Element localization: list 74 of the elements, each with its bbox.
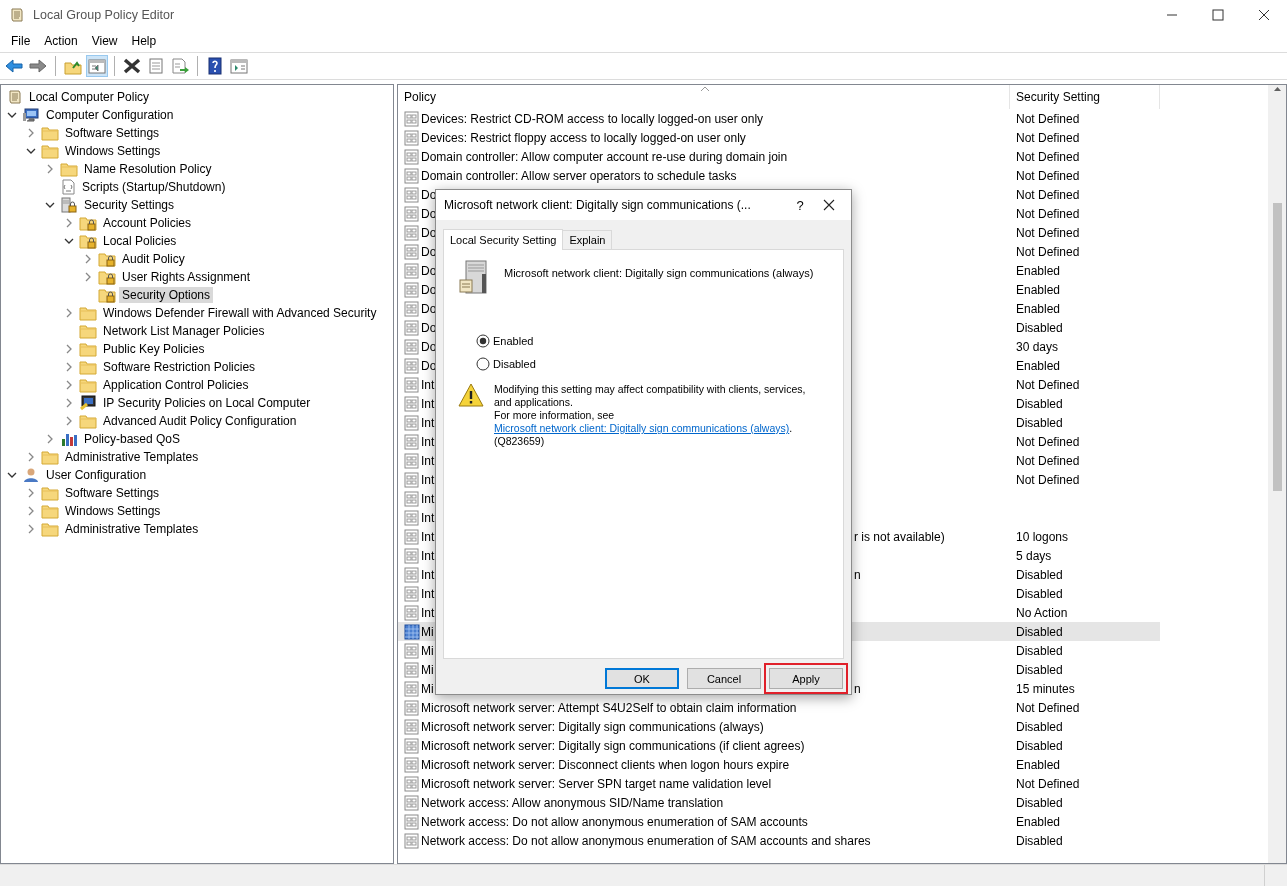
warning-text: Modifying this setting may affect compatibility with clients, services, and applications. xyxy=(494,383,807,409)
security-setting: Not Defined xyxy=(1016,700,1080,715)
security-setting: Enabled xyxy=(1016,301,1061,316)
security-setting: Disabled xyxy=(1016,643,1063,658)
security-setting: Not Defined xyxy=(1016,776,1080,791)
security-setting: Enabled xyxy=(1016,263,1061,278)
policy-name: Mi xyxy=(420,661,434,678)
security-setting: 30 days xyxy=(1016,339,1059,354)
security-setting: Enabled xyxy=(1016,814,1061,829)
security-setting: No Action xyxy=(1016,605,1068,620)
policy-name: Microsoft network server: Attempt S4U2Self to obtain claim information xyxy=(420,699,797,716)
policy-name: Mi xyxy=(420,642,434,659)
policy-name: Int xyxy=(420,395,435,412)
policy-name: Int xyxy=(420,414,435,431)
security-setting: Disabled xyxy=(1016,624,1063,639)
policy-name: Int xyxy=(420,376,435,393)
policy-name: Int xyxy=(420,604,435,621)
policy-name: Devices: Restrict floppy access to locally logged-on user only xyxy=(420,129,746,146)
security-setting: Not Defined xyxy=(1016,434,1080,449)
policy-name: Int xyxy=(420,547,435,564)
policy-name: n xyxy=(853,566,861,583)
security-setting: Not Defined xyxy=(1016,453,1080,468)
security-setting: Not Defined xyxy=(1016,206,1080,221)
dialog-title: Microsoft network client: Digitally sign communications (... xyxy=(444,198,752,212)
policy-name: r is not available) xyxy=(853,528,945,545)
security-setting: Not Defined xyxy=(1016,111,1080,126)
security-setting: Not Defined xyxy=(1016,187,1080,202)
security-setting: Disabled xyxy=(1016,396,1063,411)
more-info-text: For more information, see Microsoft network client: Digitally sign communications (always). (Q823659) xyxy=(494,409,794,448)
policy-name: Int xyxy=(420,452,435,469)
security-setting: Disabled xyxy=(1016,738,1063,753)
policy-heading: Microsoft network client: Digitally sign communications (always) xyxy=(504,266,814,279)
security-setting: Enabled xyxy=(1016,358,1061,373)
policy-name: Int xyxy=(420,471,435,488)
policy-name: Int xyxy=(420,585,435,602)
policy-name: Network access: Allow anonymous SID/Name translation xyxy=(420,794,724,811)
security-setting: Enabled xyxy=(1016,282,1061,297)
policy-name: Microsoft network server: Digitally sign communications (always) xyxy=(420,718,764,735)
security-setting: Not Defined xyxy=(1016,130,1080,145)
security-setting: Disabled xyxy=(1016,320,1063,335)
policy-name: Int xyxy=(420,528,435,545)
security-setting: Not Defined xyxy=(1016,225,1080,240)
policy-name: Int xyxy=(420,566,435,583)
security-setting: Not Defined xyxy=(1016,472,1080,487)
security-setting: Disabled xyxy=(1016,567,1063,582)
security-setting: Disabled xyxy=(1016,586,1063,601)
policy-name: Int xyxy=(420,509,435,526)
policy-name: Microsoft network server: Digitally sign communications (if client agrees) xyxy=(420,737,805,754)
policy-name: Network access: Do not allow anonymous enumeration of SAM accounts xyxy=(420,813,808,830)
security-setting: Disabled xyxy=(1016,662,1063,677)
policy-name: Microsoft network server: Disconnect clients when logon hours expire xyxy=(420,756,790,773)
security-setting: Disabled xyxy=(1016,833,1063,848)
policy-name: Mi xyxy=(420,623,434,640)
security-setting: Enabled xyxy=(1016,757,1061,772)
security-setting: Disabled xyxy=(1016,415,1063,430)
security-setting: 15 minutes xyxy=(1016,681,1075,696)
policy-name: Devices: Restrict CD-ROM access to locally logged-on user only xyxy=(420,110,764,127)
policy-name: n xyxy=(853,680,861,697)
security-setting: Not Defined xyxy=(1016,168,1080,183)
security-setting: Not Defined xyxy=(1016,149,1080,164)
window-title: Local Group Policy Editor xyxy=(33,8,176,22)
security-setting: Not Defined xyxy=(1016,244,1080,259)
policy-name: Microsoft network server: Server SPN target name validation level xyxy=(420,775,772,792)
policy-name: Int xyxy=(420,433,435,450)
security-setting: 5 days xyxy=(1016,548,1052,563)
security-setting: 10 logons xyxy=(1016,529,1069,544)
policy-name: Mi xyxy=(420,680,434,697)
policy-name: Domain controller: Allow server operators to schedule tasks xyxy=(420,167,737,184)
policy-name: Int xyxy=(420,490,435,507)
security-setting: Disabled xyxy=(1016,795,1063,810)
policy-name: Domain controller: Allow computer account re-use during domain join xyxy=(420,148,788,165)
security-setting: Disabled xyxy=(1016,719,1063,734)
policy-name: Network access: Do not allow anonymous enumeration of SAM accounts and shares xyxy=(420,832,871,849)
security-setting: Not Defined xyxy=(1016,377,1080,392)
